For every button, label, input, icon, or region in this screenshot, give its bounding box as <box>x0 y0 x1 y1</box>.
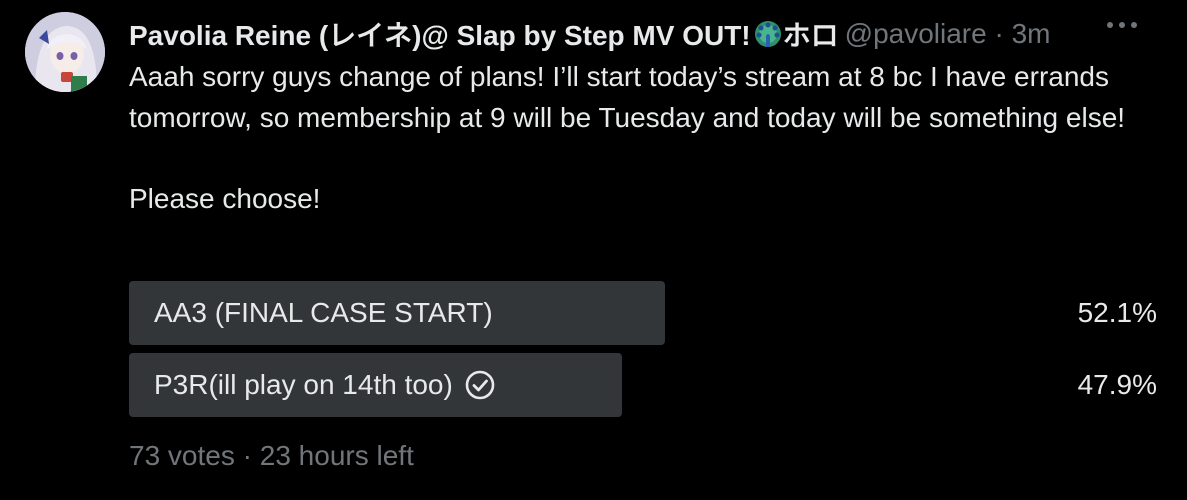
tweet-paragraph: Aaah sorry guys change of plans! I’ll st… <box>129 61 1126 133</box>
poll-option-percent: 47.9% <box>1077 369 1157 400</box>
avatar[interactable] <box>25 12 105 92</box>
check-circle-icon <box>465 370 495 400</box>
poll-option-text: AA3 (FINAL CASE START) <box>154 297 493 328</box>
poll-votes: 73 votes <box>129 440 235 471</box>
poll-option-text: P3R(ill play on 14th too) <box>154 369 453 400</box>
author-handle[interactable]: @pavoliare <box>845 18 987 49</box>
peacock-icon <box>754 21 781 47</box>
poll-option-label: P3R(ill play on 14th too) <box>154 353 495 417</box>
poll-option[interactable]: AA3 (FINAL CASE START) 52.1% <box>129 281 1157 345</box>
header-separator: · <box>994 18 1004 49</box>
tweet-header: Pavolia Reine (レイネ)@ Slap by Step MV OUT… <box>129 14 1169 54</box>
poll-meta-separator: · <box>242 440 252 471</box>
poll-option[interactable]: P3R(ill play on 14th too) 47.9% <box>129 353 1157 417</box>
tweet-text: Aaah sorry guys change of plans! I’ll st… <box>129 57 1139 219</box>
more-horizontal-icon <box>1107 22 1113 28</box>
more-options-button[interactable] <box>1107 22 1137 28</box>
author-name-link[interactable]: Pavolia Reine (レイネ)@ Slap by Step MV OUT… <box>129 14 839 54</box>
poll: AA3 (FINAL CASE START) 52.1% P3R(ill pla… <box>129 281 1157 425</box>
author-name: Pavolia Reine (レイネ)@ Slap by Step MV OUT… <box>129 20 751 51</box>
timestamp[interactable]: 3m <box>1012 18 1051 49</box>
more-horizontal-icon <box>1119 22 1125 28</box>
more-horizontal-icon <box>1131 22 1137 28</box>
poll-time-left: 23 hours left <box>259 440 414 471</box>
author-name-tail: ホロ <box>782 20 839 51</box>
tweet-paragraph: Please choose! <box>129 182 321 214</box>
avatar-image <box>25 12 105 92</box>
handle-and-time: @pavoliare · 3m <box>845 18 1051 50</box>
poll-option-percent: 52.1% <box>1077 297 1157 328</box>
poll-option-label: AA3 (FINAL CASE START) <box>154 281 493 345</box>
poll-meta: 73 votes · 23 hours left <box>129 440 414 472</box>
